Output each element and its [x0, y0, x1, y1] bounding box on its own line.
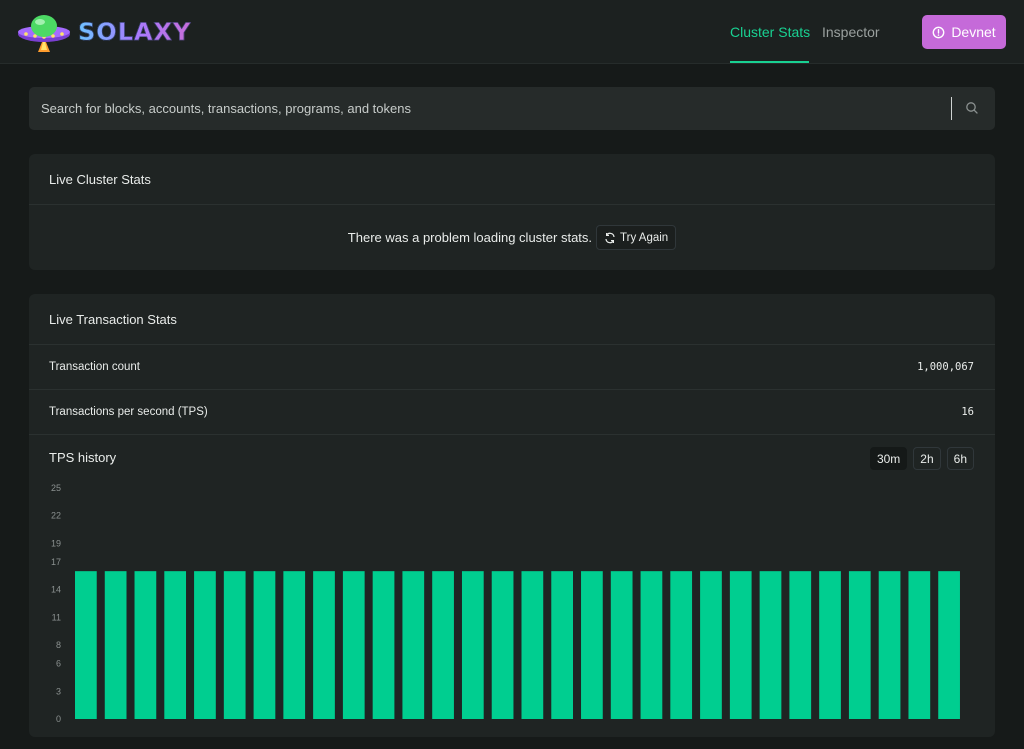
cluster-select-label: Devnet [951, 24, 996, 40]
tps-bar[interactable] [521, 571, 544, 719]
search-icon[interactable] [965, 101, 979, 115]
tps-bar[interactable] [283, 571, 306, 719]
nav-inspector[interactable]: Inspector [822, 24, 880, 40]
tps-bar[interactable] [610, 571, 633, 719]
tps-bar[interactable] [759, 571, 782, 719]
tps-history-title: TPS history [49, 450, 117, 465]
y-tick-label: 17 [51, 557, 61, 567]
y-tick-label: 6 [56, 659, 61, 669]
tps-bar[interactable] [313, 571, 335, 719]
y-tick-label: 14 [51, 585, 61, 595]
tps-bar[interactable] [848, 571, 871, 719]
alert-circle-icon [932, 26, 945, 38]
refresh-icon [605, 232, 615, 243]
stat-value: 1,000,067 [917, 361, 974, 373]
tps-bar[interactable] [253, 571, 276, 719]
stat-label: Transaction count [49, 361, 140, 373]
try-again-button[interactable]: Try Again [596, 225, 677, 250]
tps-bar[interactable] [104, 571, 127, 719]
tps-bar[interactable] [223, 571, 246, 719]
tps-bar[interactable] [342, 571, 365, 719]
y-tick-label: 22 [51, 511, 61, 521]
tps-bar[interactable] [640, 571, 663, 719]
stat-row-tps: Transactions per second (TPS) 16 [29, 390, 995, 435]
tps-bar[interactable] [491, 571, 514, 719]
range-30m-button[interactable]: 30m [869, 447, 908, 470]
live-transaction-stats-card: Live Transaction Stats Transaction count… [29, 294, 995, 737]
range-6h-button[interactable]: 6h [946, 447, 974, 470]
y-tick-label: 25 [51, 483, 61, 493]
tps-bar[interactable] [75, 571, 97, 719]
stat-label: Transactions per second (TPS) [49, 406, 208, 418]
card-title: Live Transaction Stats [29, 294, 995, 345]
tps-bar[interactable] [789, 571, 812, 719]
tps-bar[interactable] [402, 571, 425, 719]
tps-bar[interactable] [432, 571, 454, 719]
cluster-stats-error: There was a problem loading cluster stat… [29, 205, 995, 270]
cluster-select-button[interactable]: Devnet [922, 15, 1006, 49]
stat-row-transaction-count: Transaction count 1,000,067 [29, 345, 995, 390]
search-bar [29, 87, 995, 130]
tps-bar[interactable] [819, 571, 841, 719]
tps-bar[interactable] [581, 571, 603, 719]
tps-bar[interactable] [670, 571, 693, 719]
search-input[interactable] [41, 87, 941, 130]
tps-bar[interactable] [461, 571, 484, 719]
navbar: SOLAXY Cluster Stats Inspector Devnet [0, 0, 1024, 64]
y-tick-label: 11 [52, 612, 61, 622]
stat-value: 16 [961, 406, 974, 418]
tps-bar[interactable] [551, 571, 573, 719]
tps-history-chart: 25 22 19 17 14 11 8 6 3 0 [51, 483, 960, 724]
logo-text: SOLAXY [78, 18, 192, 47]
search-divider [951, 97, 952, 120]
tps-bar[interactable] [908, 571, 931, 719]
error-message: There was a problem loading cluster stat… [347, 230, 593, 245]
nav-cluster-stats[interactable]: Cluster Stats [730, 24, 810, 40]
y-tick-label: 3 [56, 686, 61, 696]
tps-bar[interactable] [372, 571, 395, 719]
tps-bar[interactable] [878, 571, 901, 719]
tps-bar[interactable] [164, 571, 187, 719]
nav-active-underline [730, 61, 809, 63]
try-again-label: Try Again [620, 231, 669, 244]
tps-bar[interactable] [134, 571, 157, 719]
y-tick-label: 19 [51, 538, 61, 548]
tps-bar[interactable] [729, 571, 752, 719]
logo[interactable]: SOLAXY [16, 12, 191, 52]
range-2h-button[interactable]: 2h [913, 447, 941, 470]
card-title: Live Cluster Stats [29, 154, 995, 205]
tps-bar[interactable] [938, 571, 960, 719]
live-cluster-stats-card: Live Cluster Stats There was a problem l… [29, 154, 995, 270]
time-range-selector: 30m 2h 6h [869, 447, 974, 470]
tps-bar[interactable] [194, 571, 216, 719]
y-tick-label: 0 [56, 714, 61, 724]
ufo-logo-icon [18, 15, 70, 52]
tps-bar[interactable] [700, 571, 722, 719]
y-tick-label: 8 [56, 640, 61, 650]
